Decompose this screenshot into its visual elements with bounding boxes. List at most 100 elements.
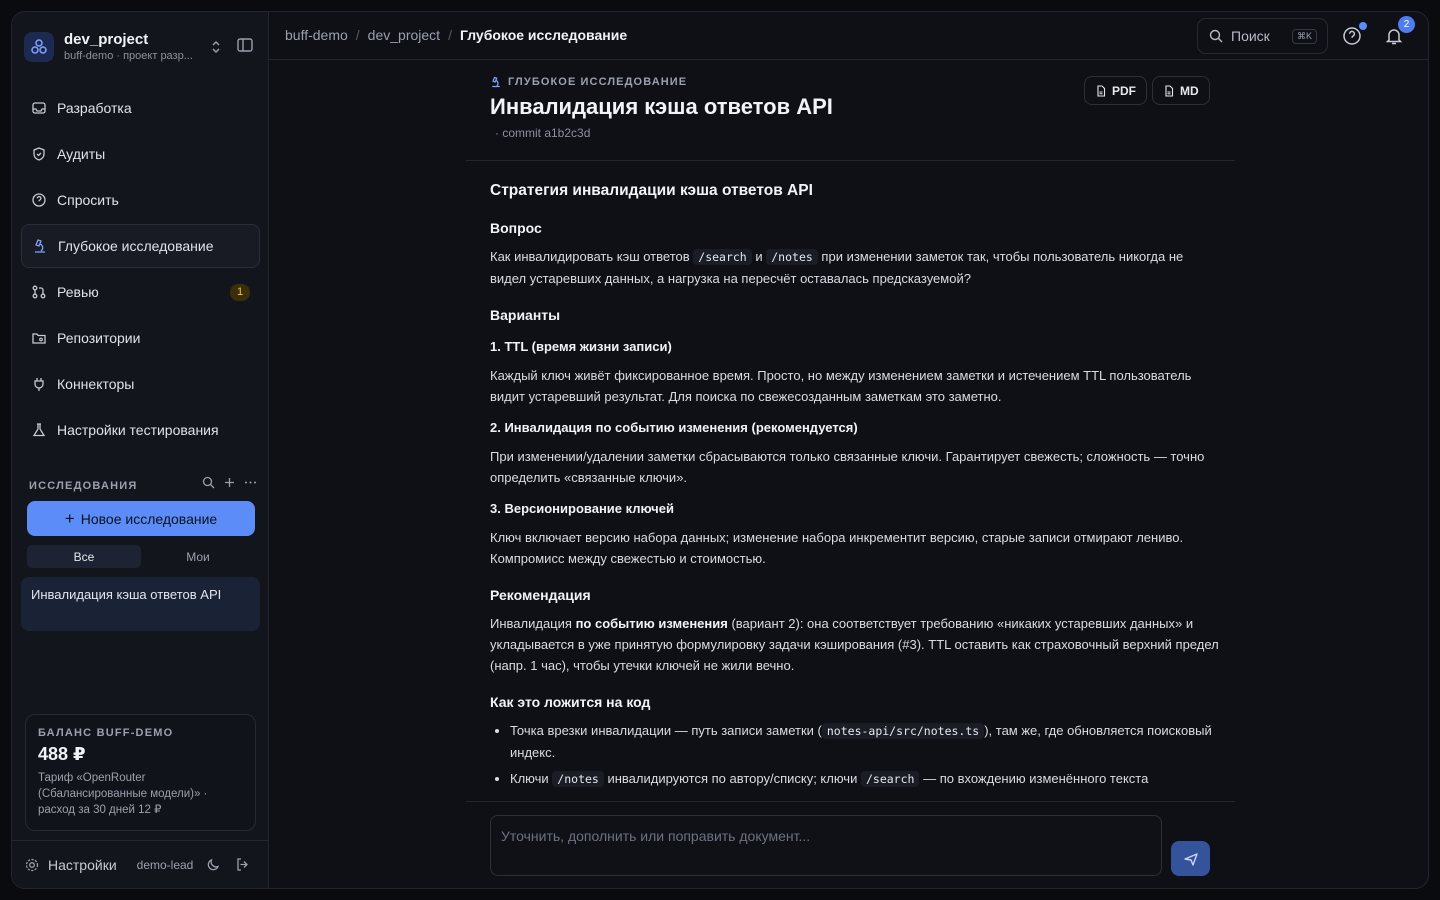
plus-icon[interactable] [223,476,236,489]
bold-text: по событию изменения [575,616,728,631]
settings-link[interactable]: Настройки [48,857,117,873]
logout-icon[interactable] [235,857,250,872]
new-research-label: Новое исследование [80,510,218,527]
document-header: ГЛУБОКОЕ ИССЛЕДОВАНИЕ Инвалидация кэша о… [490,76,1220,140]
document-heading: Стратегия инвалидации кэша ответов API [490,182,813,199]
search-icon [1209,29,1223,43]
document-kicker-label: ГЛУБОКОЕ ИССЛЕДОВАНИЕ [508,76,688,88]
help-indicator-dot [1359,22,1367,30]
breadcrumb-project[interactable]: dev_project [368,27,440,43]
topbar: buff-demo / dev_project / Глубокое иссле… [269,12,1428,60]
microscope-icon [32,238,48,254]
nav-item-review[interactable]: Ревью 1 [21,270,260,314]
research-filter: Все Мои [27,545,255,568]
research-list-item[interactable]: Инвалидация кэша ответов API [21,577,260,631]
balance-title: БАЛАНС BUFF-DEMO [38,727,174,739]
help-icon[interactable] [1342,26,1362,46]
export-md-label: MD [1180,83,1199,98]
gear-icon[interactable] [24,857,40,873]
code-notes-list: Точка врезки инвалидации — путь записи з… [510,720,1220,790]
question-icon [31,192,47,208]
option-3-title: 3. Версионирование ключей [490,501,674,516]
sidebar-collapse-icon[interactable] [236,36,254,54]
workspace-name: dev_project [64,30,149,48]
filter-all-tab[interactable]: Все [27,545,141,568]
nav-item-deep-research[interactable]: Глубокое исследование [21,224,260,268]
user-name: demo-lead [136,857,194,872]
filter-mine-tab[interactable]: Мои [141,545,255,568]
inline-code: /search [860,771,920,787]
document-body: Стратегия инвалидации кэша ответов API В… [490,170,1220,802]
recommendation-paragraph: Инвалидация по событию изменения (вариан… [490,613,1220,676]
app-window: dev_project buff-demo · проект разр... Р… [11,11,1429,889]
nav-label: Аудиты [57,146,106,162]
header-divider [466,160,1235,161]
breadcrumb-separator: / [448,27,452,43]
breadcrumb-current: Глубокое исследование [459,27,628,43]
breadcrumb-separator: / [355,27,360,43]
plus-icon: + [64,509,75,528]
research-section-header: ИССЛЕДОВАНИЯ [29,476,257,492]
moon-icon[interactable] [206,857,221,872]
list-item: Точка врезки инвалидации — путь записи з… [510,720,1220,763]
send-button[interactable] [1171,841,1210,876]
flask-icon [31,422,47,438]
refine-document-textarea[interactable]: Уточнить, дополнить или поправить докуме… [490,815,1162,876]
document-commit: · commit a1b2c3d [495,126,591,140]
nav-item-ask[interactable]: Спросить [21,178,260,222]
search-button[interactable]: Поиск ⌘K [1197,18,1328,54]
file-icon [1097,84,1106,97]
text-span: Ключи [510,771,549,786]
text-span: — по вхождению изменённого текста [923,771,1149,786]
plug-icon [31,376,47,392]
main-nav: Разработка Аудиты Спросить Глубокое иссл… [21,86,260,454]
search-icon[interactable] [202,476,215,489]
chevron-up-down-icon[interactable] [207,38,225,56]
workspace-logo-icon [24,32,54,62]
breadcrumb-org[interactable]: buff-demo [285,27,348,43]
text-span: Точка врезки инвалидации — путь записи з… [510,723,822,738]
option-1-title: 1. TTL (время жизни записи) [490,339,672,354]
section-question-heading: Вопрос [490,220,542,236]
nav-item-connectors[interactable]: Коннекторы [21,362,260,406]
export-pdf-label: PDF [1112,83,1136,98]
balance-value: 488 ₽ [38,744,86,764]
option-2-title: 2. Инвалидация по событию изменения (рек… [490,420,858,435]
new-research-button[interactable]: + Новое исследование [27,501,255,536]
more-icon[interactable] [244,476,257,489]
section-code-heading: Как это ложится на код [490,694,651,710]
git-pull-request-icon [31,284,47,300]
file-icon [1165,84,1174,97]
text-span: Как инвалидировать кэш ответов [490,249,690,264]
nav-item-audits[interactable]: Аудиты [21,132,260,176]
nav-item-repositories[interactable]: Репозитории [21,316,260,360]
nav-label: Разработка [57,100,132,116]
nav-item-testing-settings[interactable]: Настройки тестирования [21,408,260,452]
search-label: Поиск [1231,28,1270,44]
section-options-heading: Варианты [490,307,561,323]
nav-label: Спросить [57,192,119,208]
nav-label: Ревью [57,284,99,300]
workspace-switcher[interactable]: dev_project buff-demo · проект разр... [24,26,256,68]
breadcrumb: buff-demo / dev_project / Глубокое иссле… [285,27,627,43]
composer-divider [466,801,1235,802]
nav-item-development[interactable]: Разработка [21,86,260,130]
workspace-subtitle: buff-demo · проект разр... [64,49,193,62]
text-span: и [755,249,763,264]
list-item: Ключи /notes инвалидируются по автору/сп… [510,768,1220,790]
text-span: Инвалидация [490,616,572,631]
inline-code: /notes [552,771,604,787]
export-pdf-button[interactable]: PDF [1084,76,1147,105]
option-3-text: Ключ включает версию набора данных; изме… [490,530,1184,566]
sidebar: dev_project buff-demo · проект разр... Р… [12,12,269,888]
nav-label: Настройки тестирования [57,422,219,438]
text-span: инвалидируются по автору/списку; ключи [607,771,858,786]
export-md-button[interactable]: MD [1152,76,1210,105]
nav-label: Репозитории [57,330,141,346]
inline-code: /notes [766,249,818,265]
option-1-text: Каждый ключ живёт фиксированное время. П… [490,368,1192,404]
shield-icon [31,146,47,162]
nav-label: Глубокое исследование [58,238,214,254]
question-paragraph: Как инвалидировать кэш ответов /search и… [490,246,1220,289]
sidebar-footer: Настройки demo-lead [12,840,269,888]
